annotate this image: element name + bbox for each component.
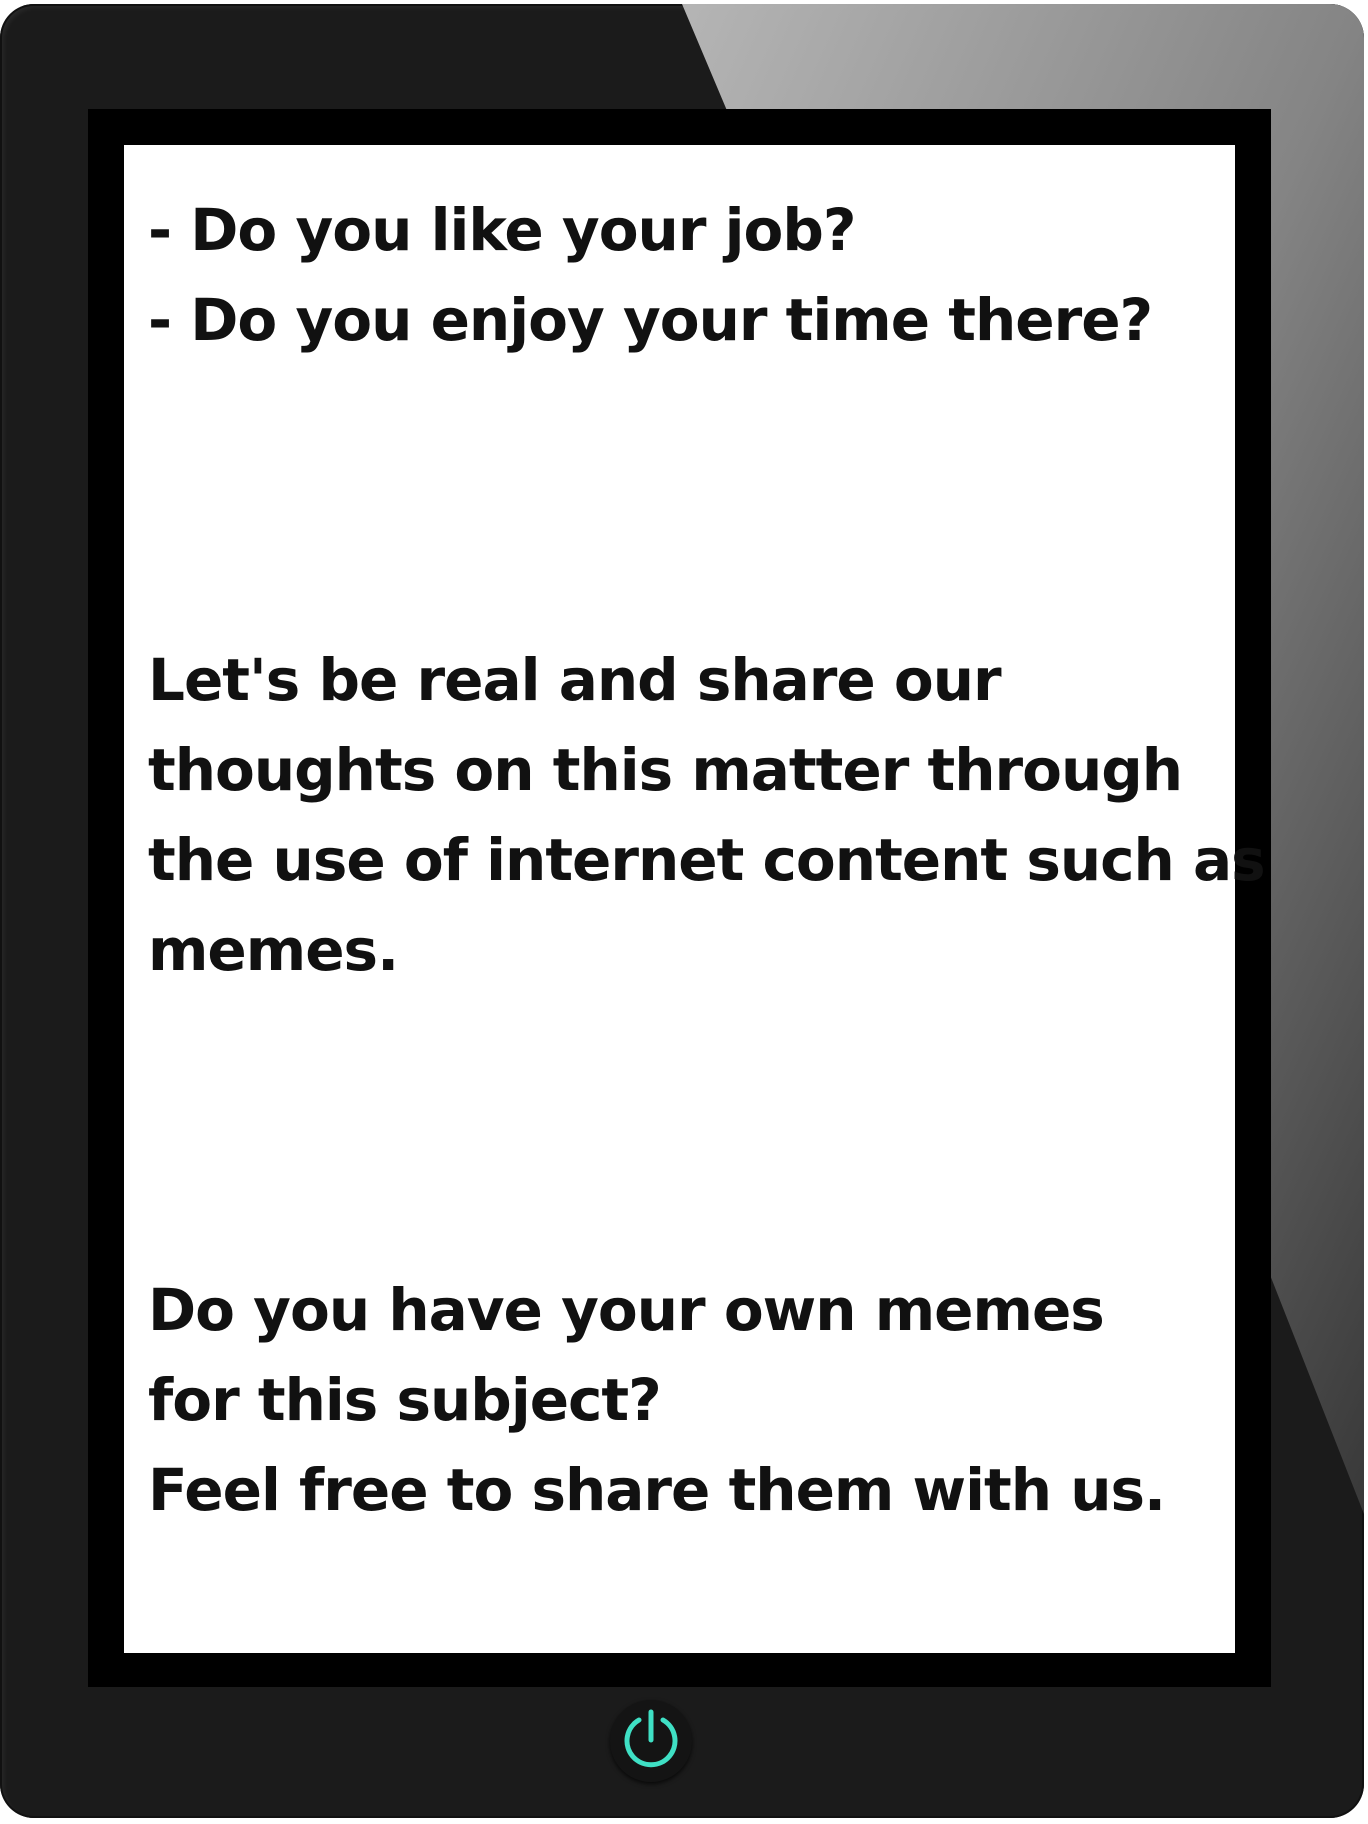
question-time: - Do you enjoy your time there?: [148, 286, 1153, 354]
paragraph-own-memes: Do you have your own memes for this subj…: [148, 1265, 1235, 1535]
tablet-device: - Do you like your job? - Do you enjoy y…: [0, 0, 1368, 1824]
paragraph-share-thoughts: Let's be real and share our thoughts on …: [148, 635, 1266, 995]
power-button[interactable]: [610, 1700, 692, 1782]
tablet-screen: - Do you like your job? - Do you enjoy y…: [124, 145, 1266, 1653]
paragraph-line: memes.: [148, 916, 399, 984]
question-job: - Do you like your job?: [148, 196, 857, 264]
paragraph-line: Let's be real and share our: [148, 646, 1002, 714]
closing-line: Do you have your own memes: [148, 1276, 1105, 1344]
power-icon: [624, 1709, 678, 1768]
paragraph-line: the use of internet content such as: [148, 826, 1266, 894]
closing-line: Feel free to share them with us.: [148, 1456, 1166, 1524]
closing-line: for this subject?: [148, 1366, 662, 1434]
paragraph-line: thoughts on this matter through: [148, 736, 1183, 804]
